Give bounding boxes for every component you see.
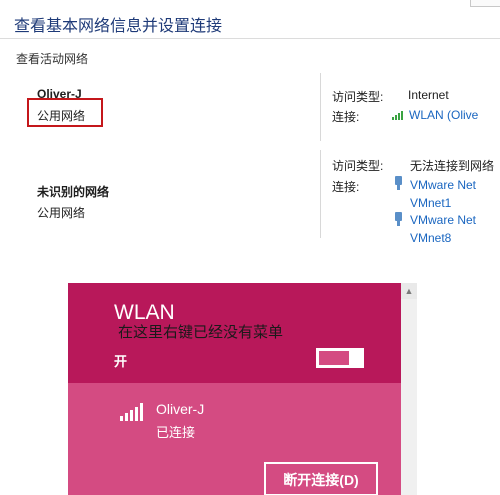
network-2-connection-link-2-sub[interactable]: VMnet8 [410,231,451,245]
ethernet-adapter-icon [395,176,402,190]
network-2-name: 未识别的网络 [37,185,110,199]
wlan-toggle-fill [319,351,349,365]
network-2-category[interactable]: 公用网络 [37,204,85,221]
network-1-access-type-label: 访问类型: [332,90,384,104]
disconnect-button[interactable]: 断开连接(D) [264,462,378,495]
wlan-network-status: 已连接 [156,425,196,440]
network-1-access-type: Internet [408,88,449,102]
wlan-toggle-thumb[interactable] [355,348,364,368]
scrollbar[interactable] [401,283,417,495]
wlan-flyout: WLAN 在这里右键已经没有菜单 开 ▲ Oliver-J 已连接 断开连接(D… [68,283,417,495]
wifi-signal-icon [120,403,143,421]
wlan-toggle[interactable] [316,348,364,368]
network-2-connection-link-2[interactable]: VMware Net [410,213,476,227]
network-2-connection-link-1[interactable]: VMware Net [410,178,476,192]
network-2-access-type-label: 访问类型: [332,159,384,173]
wlan-toggle-label: 开 [114,354,128,369]
network-2-connection-label: 连接: [332,180,360,194]
ethernet-adapter-icon [395,212,402,226]
network-2-access-type: 无法连接到网络 [410,159,495,173]
annotation-text: 在这里右键已经没有菜单 [118,324,284,341]
network-1-connection-link[interactable]: WLAN (Olive [409,108,478,122]
wifi-signal-icon [392,111,403,120]
title-divider [0,38,500,39]
chevron-up-icon[interactable]: ▲ [401,283,417,299]
page-title: 查看基本网络信息并设置连接 [14,18,223,35]
section-label: 查看活动网络 [16,52,89,66]
column-divider-2 [320,150,321,238]
network-2-connection-link-1-sub[interactable]: VMnet1 [410,196,451,210]
window-control[interactable] [470,0,500,7]
wlan-network-name: Oliver-J [156,401,205,417]
column-divider-1 [320,73,321,141]
highlight-box [27,98,103,127]
network-1-connection-label: 连接: [332,110,360,124]
